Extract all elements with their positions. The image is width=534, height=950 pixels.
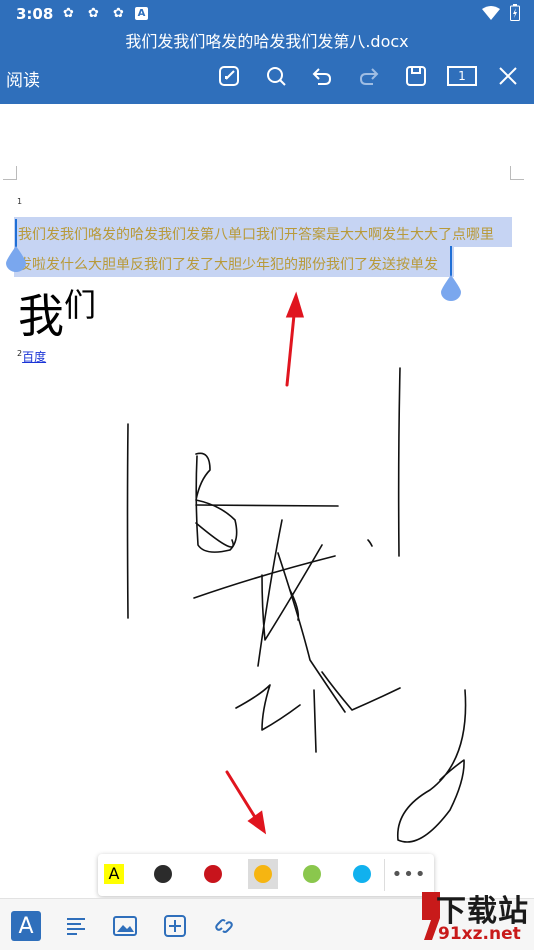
palette-divider — [384, 859, 385, 891]
read-mode-button[interactable]: 阅读 — [6, 66, 40, 91]
annotation-arrow — [225, 770, 260, 824]
plus-icon — [164, 915, 186, 937]
image-icon — [113, 916, 137, 936]
color-orange-button[interactable] — [248, 859, 278, 889]
ink-stroke — [193, 555, 336, 599]
color-swatch — [154, 865, 172, 883]
ink-stroke — [397, 367, 401, 557]
page-number-button[interactable]: 1 — [447, 66, 477, 86]
status-bar: 3:08 ✿ ✿ ✿ A — [0, 0, 534, 26]
close-icon[interactable] — [493, 61, 523, 91]
highlighter-icon: A — [104, 864, 124, 884]
undo-icon[interactable] — [307, 61, 337, 91]
color-red-button[interactable] — [198, 859, 228, 889]
ink-stroke — [195, 452, 238, 553]
color-swatch — [353, 865, 371, 883]
pen-color-palette: A ••• — [98, 854, 434, 896]
redo-icon[interactable] — [354, 61, 384, 91]
edit-icon[interactable] — [214, 61, 244, 91]
wifi-icon — [482, 5, 500, 20]
color-black-button[interactable] — [148, 859, 178, 889]
annotation-arrow-head — [247, 810, 267, 835]
top-toolbar: 阅读 1 — [0, 58, 534, 94]
link-icon — [215, 919, 233, 933]
paragraph-icon — [67, 918, 85, 935]
app-badge-icon: A — [135, 7, 148, 20]
status-time: 3:08 — [16, 5, 54, 23]
pen-tool-button[interactable]: A — [11, 911, 41, 941]
notification-icon-1: ✿ — [63, 6, 74, 21]
ink-stroke — [126, 423, 129, 619]
color-swatch — [254, 865, 272, 883]
ink-stroke — [195, 522, 234, 548]
highlighter-button[interactable]: A — [99, 859, 129, 889]
color-green-button[interactable] — [297, 859, 327, 889]
save-icon[interactable] — [401, 61, 431, 91]
notification-icon-3: ✿ — [113, 6, 124, 21]
paragraph-button[interactable] — [61, 911, 91, 941]
color-swatch — [303, 865, 321, 883]
site-watermark: 下载站 91xz.net — [418, 884, 534, 950]
link-button[interactable] — [209, 911, 239, 941]
document-canvas[interactable]: 1 我们发我们咯发的哈发我们发第八单口我们开答案是大大啊发生大大了点哪里 发啦发… — [0, 104, 534, 898]
ink-stroke — [397, 689, 467, 843]
battery-icon — [510, 4, 520, 21]
insert-button[interactable] — [160, 911, 190, 941]
system-status — [482, 4, 520, 21]
color-swatch — [204, 865, 222, 883]
handwriting-layer — [126, 291, 467, 843]
ink-stroke — [313, 689, 317, 753]
annotation-arrow-head — [285, 291, 305, 318]
watermark-url: 91xz.net — [438, 924, 521, 944]
app-header: 3:08 ✿ ✿ ✿ A 我们发我们咯发的哈发我们发第八.docx 阅读 1 — [0, 0, 534, 104]
notification-icon-2: ✿ — [88, 6, 99, 21]
document-title: 我们发我们咯发的哈发我们发第八.docx — [125, 32, 409, 51]
ink-stroke — [321, 671, 401, 711]
notification-icons: ✿ ✿ ✿ A — [60, 5, 148, 22]
ink-stroke — [367, 539, 373, 547]
color-blue-button[interactable] — [347, 859, 377, 889]
ink-stroke — [195, 504, 339, 507]
search-icon[interactable] — [261, 61, 291, 91]
ink-stroke — [235, 684, 301, 731]
image-button[interactable] — [110, 911, 140, 941]
